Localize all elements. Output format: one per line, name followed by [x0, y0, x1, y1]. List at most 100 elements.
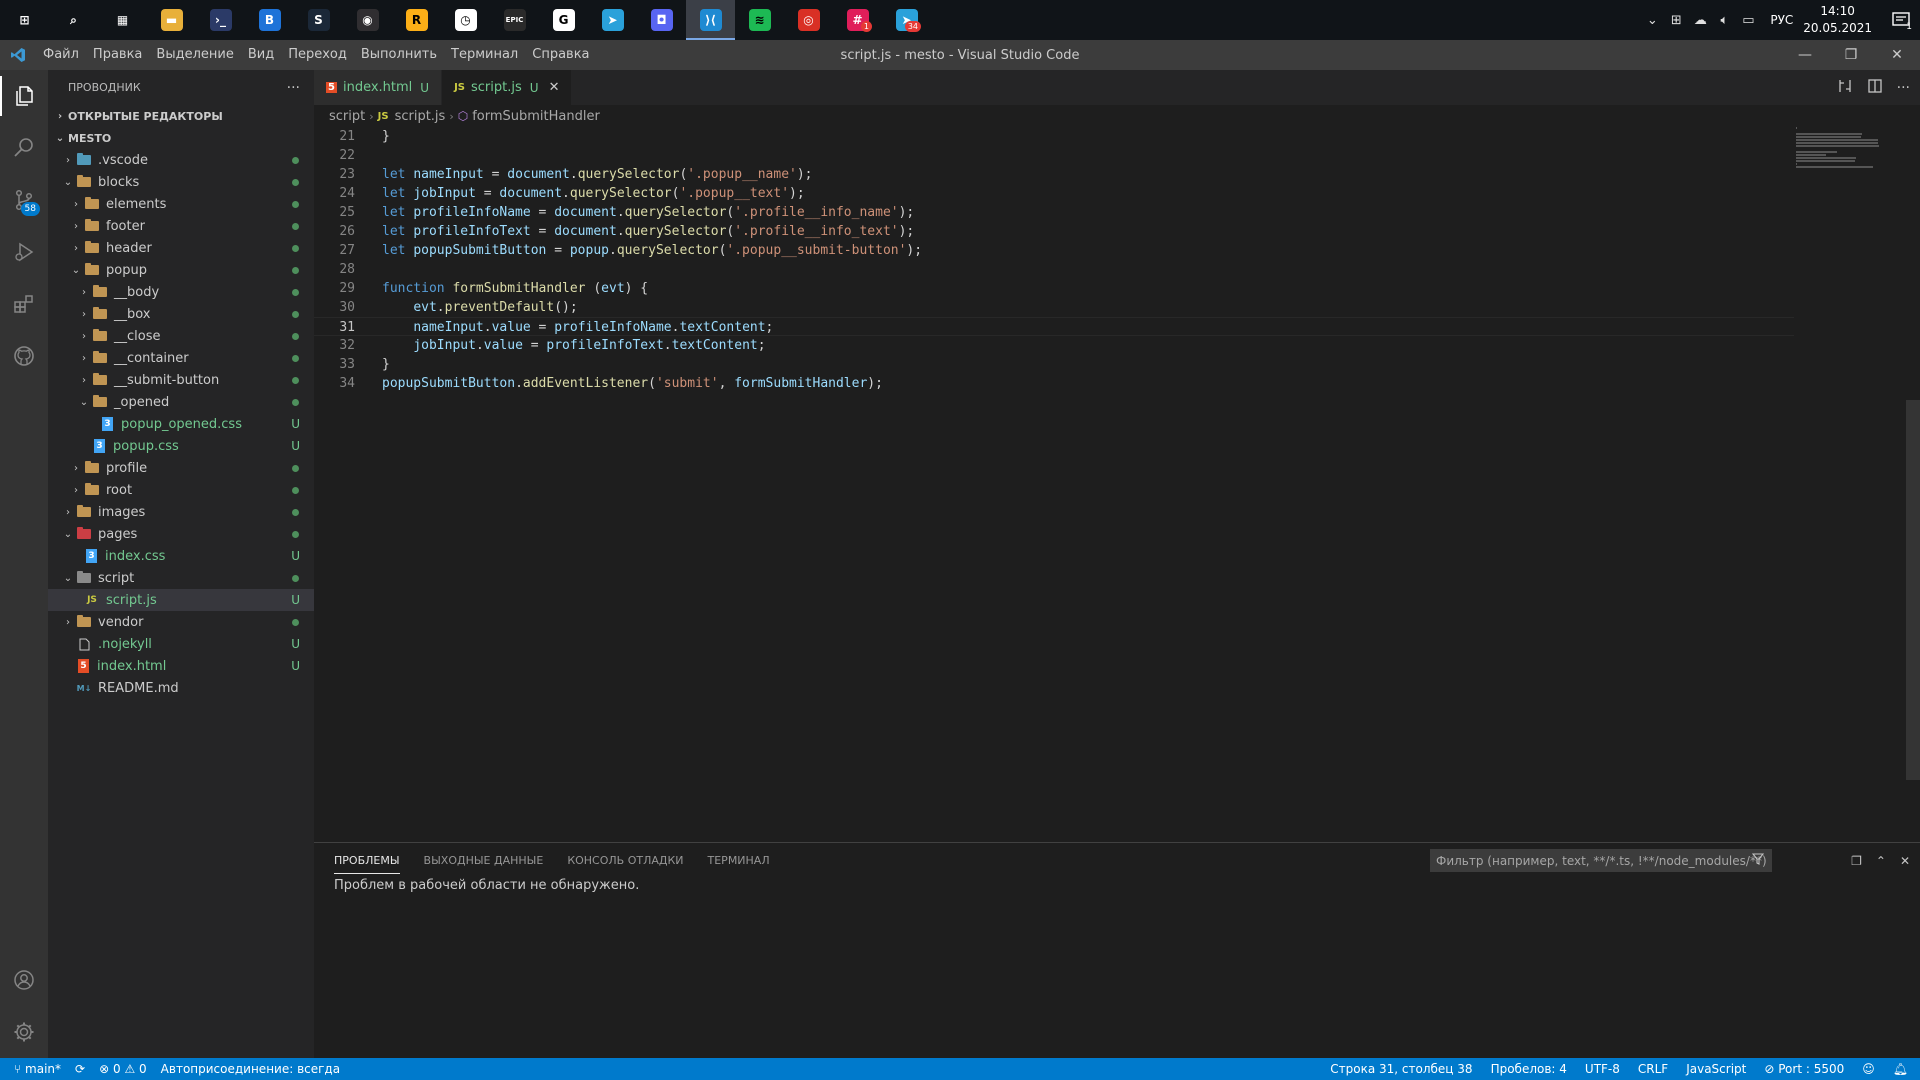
taskbar-app-rockstar[interactable]: R	[392, 0, 441, 40]
filter-icon[interactable]	[1751, 853, 1765, 868]
code-line[interactable]: 32 jobInput.value = profileInfoText.text…	[314, 336, 1794, 355]
breadcrumb-file[interactable]: script.js	[395, 109, 446, 124]
code-line[interactable]: 26 let profileInfoText = document.querySe…	[314, 222, 1794, 241]
file-row[interactable]: 3 popup.css U	[48, 435, 314, 457]
problems-status[interactable]: ⊗ 0 ⚠ 0	[99, 1062, 147, 1076]
indentation[interactable]: Пробелов: 4	[1491, 1062, 1567, 1076]
editor-scrollbar[interactable]	[1906, 400, 1920, 780]
menu-item[interactable]: Выполнить	[354, 40, 444, 70]
open-editors-section[interactable]: › ОТКРЫТЫЕ РЕДАКТОРЫ	[48, 105, 314, 127]
code-line[interactable]: 28	[314, 260, 1794, 279]
explorer-icon[interactable]	[0, 70, 48, 122]
code-line[interactable]: 29 function formSubmitHandler (evt) {	[314, 279, 1794, 298]
code-line[interactable]: 27 let popupSubmitButton = popup.querySel…	[314, 241, 1794, 260]
menu-item[interactable]: Выделение	[149, 40, 240, 70]
feedback-icon[interactable]: ☺	[1862, 1062, 1875, 1076]
cloud-icon[interactable]: ☁	[1688, 13, 1712, 28]
open-changes-icon[interactable]	[1837, 78, 1853, 98]
code-editor[interactable]: 21} 22 23 let nameInput = document.querySel…	[314, 127, 1794, 393]
taskbar-app-vscode[interactable]: ⟩⟨	[686, 0, 735, 40]
folder-row[interactable]: › __body	[48, 281, 314, 303]
extensions-icon[interactable]	[0, 278, 48, 330]
breadcrumb-folder[interactable]: script	[329, 109, 365, 124]
menu-item[interactable]: Правка	[86, 40, 149, 70]
taskbar-app-windows-start[interactable]: ⊞	[0, 0, 49, 40]
more-actions-icon[interactable]: ···	[287, 80, 300, 96]
chevron-up-icon[interactable]: ⌄	[1640, 13, 1664, 28]
search-icon[interactable]	[0, 122, 48, 174]
taskbar-app-steam[interactable]: S	[294, 0, 343, 40]
close-icon[interactable]: ✕	[549, 80, 560, 95]
code-line[interactable]: 23 let nameInput = document.querySelector…	[314, 165, 1794, 184]
minimize-button[interactable]: —	[1782, 40, 1828, 70]
taskbar-app-spotify[interactable]: ≋	[735, 0, 784, 40]
file-row[interactable]: .nojekyll U	[48, 633, 314, 655]
file-row[interactable]: 3 index.css U	[48, 545, 314, 567]
cursor-position[interactable]: Строка 31, столбец 38	[1330, 1062, 1472, 1076]
breadcrumb-symbol[interactable]: formSubmitHandler	[472, 109, 600, 124]
minimap[interactable]	[1796, 127, 1906, 197]
close-panel-icon[interactable]: ✕	[1900, 854, 1910, 868]
collapse-all-icon[interactable]: ❐	[1851, 854, 1862, 868]
taskbar-app-search[interactable]: ⌕	[49, 0, 98, 40]
menu-item[interactable]: Справка	[525, 40, 596, 70]
folder-row[interactable]: › images	[48, 501, 314, 523]
encoding[interactable]: UTF-8	[1585, 1062, 1620, 1076]
menu-item[interactable]: Файл	[36, 40, 86, 70]
end-of-line[interactable]: CRLF	[1638, 1062, 1668, 1076]
file-row[interactable]: 3 popup_opened.css U	[48, 413, 314, 435]
sync-icon[interactable]: ⟳	[75, 1062, 85, 1076]
folder-row[interactable]: › __submit-button	[48, 369, 314, 391]
folder-row[interactable]: › elements	[48, 193, 314, 215]
maximize-panel-icon[interactable]: ⌃	[1876, 854, 1886, 868]
folder-row[interactable]: › .vscode	[48, 149, 314, 171]
settings-gear-icon[interactable]	[0, 1006, 48, 1058]
folder-row[interactable]: ⌄ blocks	[48, 171, 314, 193]
folder-row[interactable]: › root	[48, 479, 314, 501]
folder-row[interactable]: › __box	[48, 303, 314, 325]
editor-more-icon[interactable]: ···	[1897, 80, 1910, 96]
problems-filter-input[interactable]: Фильтр (например, text, **/*.ts, !**/nod…	[1430, 849, 1772, 872]
branch-status[interactable]: ⑂ main*	[14, 1062, 61, 1076]
folder-row[interactable]: ⌄ popup	[48, 259, 314, 281]
accounts-icon[interactable]	[0, 954, 48, 1006]
code-line[interactable]: 33}	[314, 355, 1794, 374]
folder-row[interactable]: › header	[48, 237, 314, 259]
clock[interactable]: 14:10 20.05.2021	[1803, 3, 1872, 37]
taskbar-app-epic-games[interactable]: EPIC	[490, 0, 539, 40]
live-server-status[interactable]: ⊘ Port : 5500	[1764, 1062, 1844, 1076]
code-line[interactable]: 30 evt.preventDefault();	[314, 298, 1794, 317]
taskbar-app-slack[interactable]: #1	[833, 0, 882, 40]
notifications-icon[interactable]: 1	[1886, 12, 1916, 32]
taskbar-app-obs[interactable]: ◉	[343, 0, 392, 40]
file-row[interactable]: M↓ README.md	[48, 677, 314, 699]
file-row[interactable]: JS script.js U	[48, 589, 314, 611]
code-line[interactable]: 34 popupSubmitButton.addEventListener('su…	[314, 374, 1794, 393]
code-line[interactable]: 21}	[314, 127, 1794, 146]
code-line[interactable]: 24 let jobInput = document.querySelector(…	[314, 184, 1794, 203]
folder-row[interactable]: ⌄ script	[48, 567, 314, 589]
folder-row[interactable]: › profile	[48, 457, 314, 479]
github-icon[interactable]	[0, 330, 48, 382]
menu-item[interactable]: Вид	[241, 40, 281, 70]
code-line[interactable]: 22	[314, 146, 1794, 165]
taskbar-app-file-explorer[interactable]: ▬	[147, 0, 196, 40]
volume-icon[interactable]: 🔈︎	[1712, 13, 1736, 28]
monitor-icon[interactable]: ▭	[1736, 13, 1760, 28]
code-line[interactable]: 25 let profileInfoName = document.querySe…	[314, 203, 1794, 222]
panel-tab[interactable]: ТЕРМИНАЛ	[708, 843, 770, 878]
folder-row[interactable]: ⌄ pages	[48, 523, 314, 545]
notifications-bell-icon[interactable]: 🔔︎	[1893, 1062, 1908, 1076]
tab-script-js[interactable]: JS script.js U ✕	[442, 70, 573, 105]
folder-row[interactable]: › __close	[48, 325, 314, 347]
taskbar-app-telegram-2[interactable]: ➤ 34	[882, 0, 931, 40]
taskbar-app-task-view[interactable]: ▦	[98, 0, 147, 40]
live-share-status[interactable]: Автоприсоединение: всегда	[161, 1062, 340, 1076]
taskbar-app-gog[interactable]: G	[539, 0, 588, 40]
tab-index-html[interactable]: 5 index.html U	[314, 70, 443, 105]
taskbar-app-chrome[interactable]: ◎	[784, 0, 833, 40]
file-row[interactable]: 5 index.html U	[48, 655, 314, 677]
menu-item[interactable]: Переход	[281, 40, 354, 70]
run-debug-icon[interactable]	[0, 226, 48, 278]
menu-item[interactable]: Терминал	[444, 40, 525, 70]
